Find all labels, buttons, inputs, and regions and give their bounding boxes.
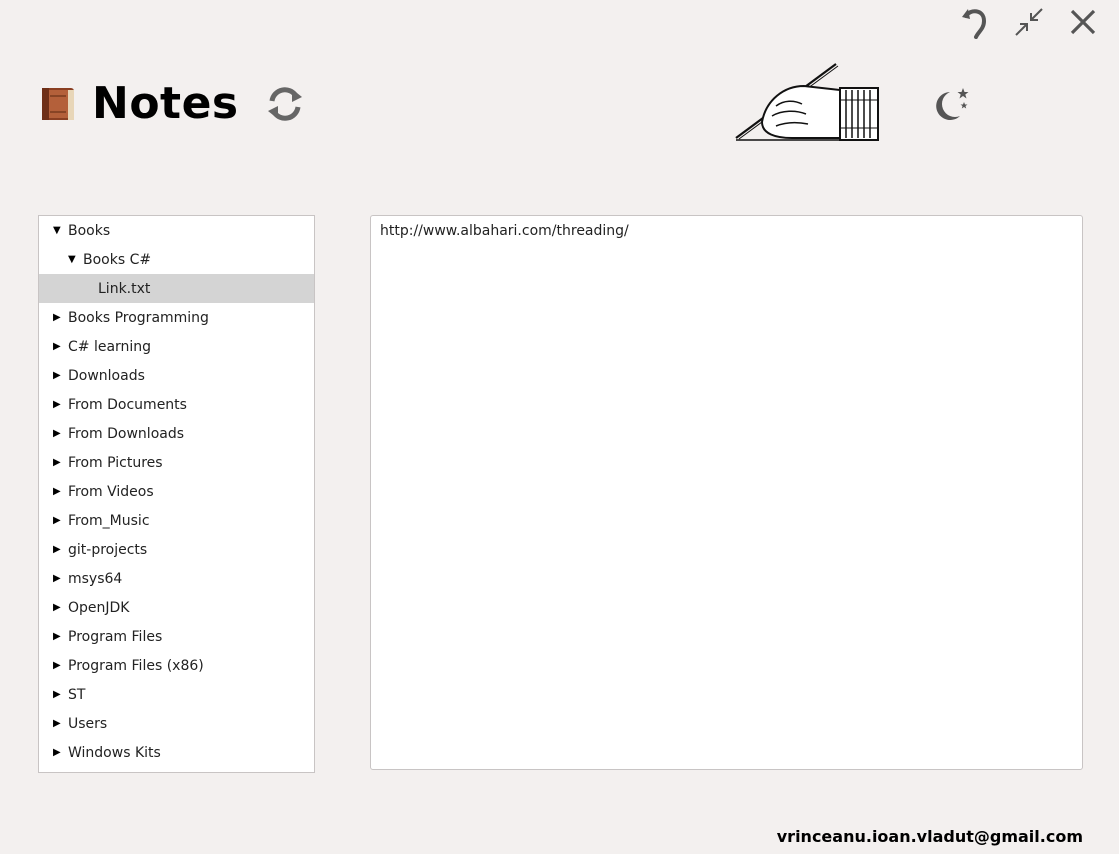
caret-right-icon[interactable]: ▶ (53, 486, 68, 497)
tree-item[interactable]: ▶ C# learning (39, 332, 314, 361)
author-email: vrinceanu.ioan.vladut@gmail.com (776, 827, 1083, 846)
tree-item-label: git-projects (68, 541, 148, 558)
tree-item[interactable]: ▶ msys64 (39, 564, 314, 593)
undo-icon[interactable] (957, 4, 993, 40)
caret-right-icon[interactable]: ▶ (53, 457, 68, 468)
refresh-icon[interactable] (263, 82, 307, 126)
tree-item-label: From Downloads (68, 425, 185, 442)
caret-right-icon[interactable]: ▶ (53, 689, 68, 700)
tree-item[interactable]: ▶ Downloads (39, 361, 314, 390)
tree-item[interactable]: ▶ Users (39, 709, 314, 738)
tree-item-label: Windows Kits (68, 744, 161, 761)
tree-item-label: Books Programming (68, 309, 209, 326)
tree-item-label: From Videos (68, 483, 154, 500)
tree-item[interactable]: ▶ Windows Kits (39, 738, 314, 767)
caret-right-icon[interactable]: ▶ (53, 573, 68, 584)
tree-item[interactable]: ▶ From Downloads (39, 419, 314, 448)
tree-item-label: Books (68, 222, 111, 239)
tree-item[interactable]: ▶ From Pictures (39, 448, 314, 477)
caret-right-icon[interactable]: ▶ (53, 631, 68, 642)
tree-item-label: Program Files (68, 628, 163, 645)
tree-item-label: From Documents (68, 396, 187, 413)
tree-item[interactable]: ▼ Books C# (39, 245, 314, 274)
tree-item-label: ST (68, 686, 86, 703)
caret-right-icon[interactable]: ▶ (53, 660, 68, 671)
tree-item-label: msys64 (68, 570, 123, 587)
caret-down-icon[interactable]: ▼ (53, 225, 68, 236)
tree-item[interactable]: ▶ From Videos (39, 477, 314, 506)
app-header: Notes (38, 78, 307, 129)
tree-item[interactable]: ▶ ST (39, 680, 314, 709)
tree-item-label: Books C# (83, 251, 152, 268)
tree-item[interactable]: ▶ Books Programming (39, 303, 314, 332)
caret-right-icon[interactable]: ▶ (53, 370, 68, 381)
tree-item[interactable]: ▶ Program Files (39, 622, 314, 651)
tree-item[interactable]: ▶ From Documents (39, 390, 314, 419)
caret-right-icon[interactable]: ▶ (53, 544, 68, 555)
tree-item[interactable]: ▶ From_Music (39, 506, 314, 535)
caret-right-icon[interactable]: ▶ (53, 718, 68, 729)
caret-right-icon[interactable]: ▶ (53, 747, 68, 758)
moon-stars-icon[interactable] (926, 84, 972, 126)
folder-tree[interactable]: ▼ Books ▼ Books C# Link.txt ▶ Books Programmin… (38, 215, 315, 773)
tree-item-label: C# learning (68, 338, 152, 355)
editor-content[interactable]: http://www.albahari.com/threading/ (380, 223, 629, 239)
tree-item-label: Downloads (68, 367, 145, 384)
restore-icon[interactable] (1011, 4, 1047, 40)
note-editor[interactable]: http://www.albahari.com/threading/ (370, 215, 1083, 770)
notes-app-window: Notes ▼ Books ▼ Books C# Link.txt ▶ Book… (0, 0, 1119, 854)
window-controls (957, 4, 1101, 40)
caret-right-icon[interactable]: ▶ (53, 428, 68, 439)
caret-right-icon[interactable]: ▶ (53, 515, 68, 526)
tree-item[interactable]: ▶ git-projects (39, 535, 314, 564)
tree-item-label: Users (68, 715, 108, 732)
caret-right-icon[interactable]: ▶ (53, 341, 68, 352)
book-icon (38, 84, 78, 124)
tree-item[interactable]: ▶ Program Files (x86) (39, 651, 314, 680)
tree-item-label: Link.txt (98, 280, 151, 297)
tree-item[interactable]: Link.txt (39, 274, 314, 303)
close-icon[interactable] (1065, 4, 1101, 40)
caret-right-icon[interactable]: ▶ (53, 399, 68, 410)
caret-down-icon[interactable]: ▼ (68, 254, 83, 265)
page-title: Notes (92, 78, 239, 129)
caret-right-icon[interactable]: ▶ (53, 312, 68, 323)
tree-item-label: OpenJDK (68, 599, 130, 616)
writing-hand-icon (732, 60, 882, 146)
tree-item-label: From Pictures (68, 454, 163, 471)
tree-item[interactable]: ▶ OpenJDK (39, 593, 314, 622)
tree-item[interactable]: ▼ Books (39, 216, 314, 245)
caret-right-icon[interactable]: ▶ (53, 602, 68, 613)
tree-item-label: Program Files (x86) (68, 657, 204, 674)
tree-item-label: From_Music (68, 512, 150, 529)
